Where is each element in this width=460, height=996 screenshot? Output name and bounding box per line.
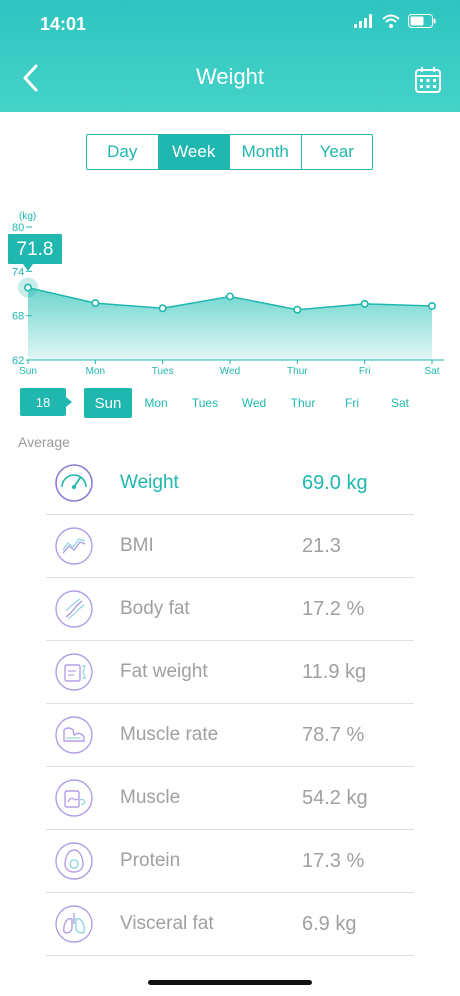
metric-name: Body fat (120, 598, 190, 619)
date-badge: 18 (20, 388, 72, 416)
x-tick-label: Sun (19, 366, 37, 377)
segment-day[interactable]: Day (87, 135, 159, 169)
day-tues[interactable]: Tues (184, 388, 226, 418)
metric-row-bmi[interactable]: BMI 21.3 (46, 515, 414, 578)
period-segmented-control: Day Week Month Year (86, 134, 373, 170)
y-tick-label: 74 (12, 266, 24, 278)
metric-row-muscle-rate[interactable]: Muscle rate 78.7 % (46, 704, 414, 767)
x-axis-ticks: Sun Mon Tues Wed Thur Fri Sat (19, 360, 440, 377)
day-fri[interactable]: Fri (332, 388, 372, 418)
metric-value: 21.3 (302, 534, 341, 557)
metric-value: 11.9 kg (302, 660, 367, 683)
metrics-list: Weight 69.0 kg BMI 21.3 Body fat 17.2 % … (46, 452, 414, 956)
metric-value: 54.2 kg (302, 786, 368, 809)
signal-icon (354, 14, 372, 28)
app-header: 14:01 Weight (0, 0, 460, 112)
metric-value: 17.3 % (302, 849, 365, 872)
metric-row-protein[interactable]: Protein 17.3 % (46, 830, 414, 893)
metric-name: BMI (120, 535, 154, 556)
scale-icon (55, 653, 93, 691)
lungs-icon (55, 905, 93, 943)
day-selector: 18 Sun Mon Tues Wed Thur Fri Sat (0, 384, 460, 420)
data-point[interactable] (91, 299, 100, 308)
data-point[interactable] (427, 302, 436, 311)
metric-row-visceral-fat[interactable]: Visceral fat 6.9 kg (46, 893, 414, 956)
x-tick-label: Wed (220, 366, 240, 377)
day-thur[interactable]: Thur (282, 388, 324, 418)
data-point[interactable] (360, 299, 369, 308)
dna-icon (55, 590, 93, 628)
data-point[interactable] (23, 283, 32, 292)
data-point[interactable] (226, 292, 235, 301)
y-tick-label: 80 (12, 222, 24, 234)
selected-value-label: 71.8 (17, 239, 54, 260)
x-tick-label: Tues (152, 366, 174, 377)
status-icons (354, 14, 436, 28)
gauge-icon (55, 464, 93, 502)
day-mon[interactable]: Mon (136, 388, 176, 418)
bmi-trend-icon (55, 527, 93, 565)
data-point[interactable] (293, 305, 302, 314)
metric-name: Muscle (120, 787, 181, 808)
y-tick-label: 68 (12, 311, 24, 323)
muscle-arm-icon (55, 716, 93, 754)
metric-name: Muscle rate (120, 724, 219, 745)
x-tick-label: Sat (424, 366, 439, 377)
day-sat[interactable]: Sat (380, 388, 420, 418)
segment-year[interactable]: Year (302, 135, 373, 169)
metric-name: Protein (120, 850, 181, 871)
metric-row-muscle[interactable]: Muscle 54.2 kg (46, 767, 414, 830)
metric-row-weight[interactable]: Weight 69.0 kg (46, 452, 414, 515)
x-tick-label: Mon (86, 366, 105, 377)
data-point[interactable] (158, 304, 167, 313)
metric-name: Fat weight (120, 661, 208, 682)
calendar-button[interactable] (414, 66, 442, 94)
metric-value: 69.0 kg (302, 471, 368, 494)
weight-chart[interactable]: (kg) 62687480 Sun Mon Tues Wed Thur Fri Sat 71… (0, 200, 460, 385)
x-tick-label: Fri (359, 366, 371, 377)
metric-name: Visceral fat (120, 913, 214, 934)
day-sun[interactable]: Sun (84, 388, 132, 418)
metric-value: 78.7 % (302, 723, 365, 746)
muscle-scale-icon (55, 779, 93, 817)
segment-week[interactable]: Week (158, 135, 230, 169)
page-title: Weight (195, 64, 265, 89)
day-wed[interactable]: Wed (234, 388, 274, 418)
metric-row-fat-weight[interactable]: Fat weight 11.9 kg (46, 641, 414, 704)
x-tick-label: Thur (287, 366, 308, 377)
home-indicator (148, 980, 312, 985)
metric-value: 17.2 % (302, 597, 365, 620)
average-label: Average (18, 434, 70, 450)
metric-row-body-fat[interactable]: Body fat 17.2 % (46, 578, 414, 641)
segment-month[interactable]: Month (230, 135, 302, 169)
metric-name: Weight (120, 472, 179, 493)
calendar-icon (415, 67, 441, 93)
wifi-icon (382, 14, 400, 28)
metric-value: 6.9 kg (302, 912, 357, 935)
egg-icon (55, 842, 93, 880)
y-axis-unit-label: (kg) (19, 211, 36, 222)
battery-icon (408, 14, 436, 28)
status-time: 14:01 (40, 14, 87, 34)
